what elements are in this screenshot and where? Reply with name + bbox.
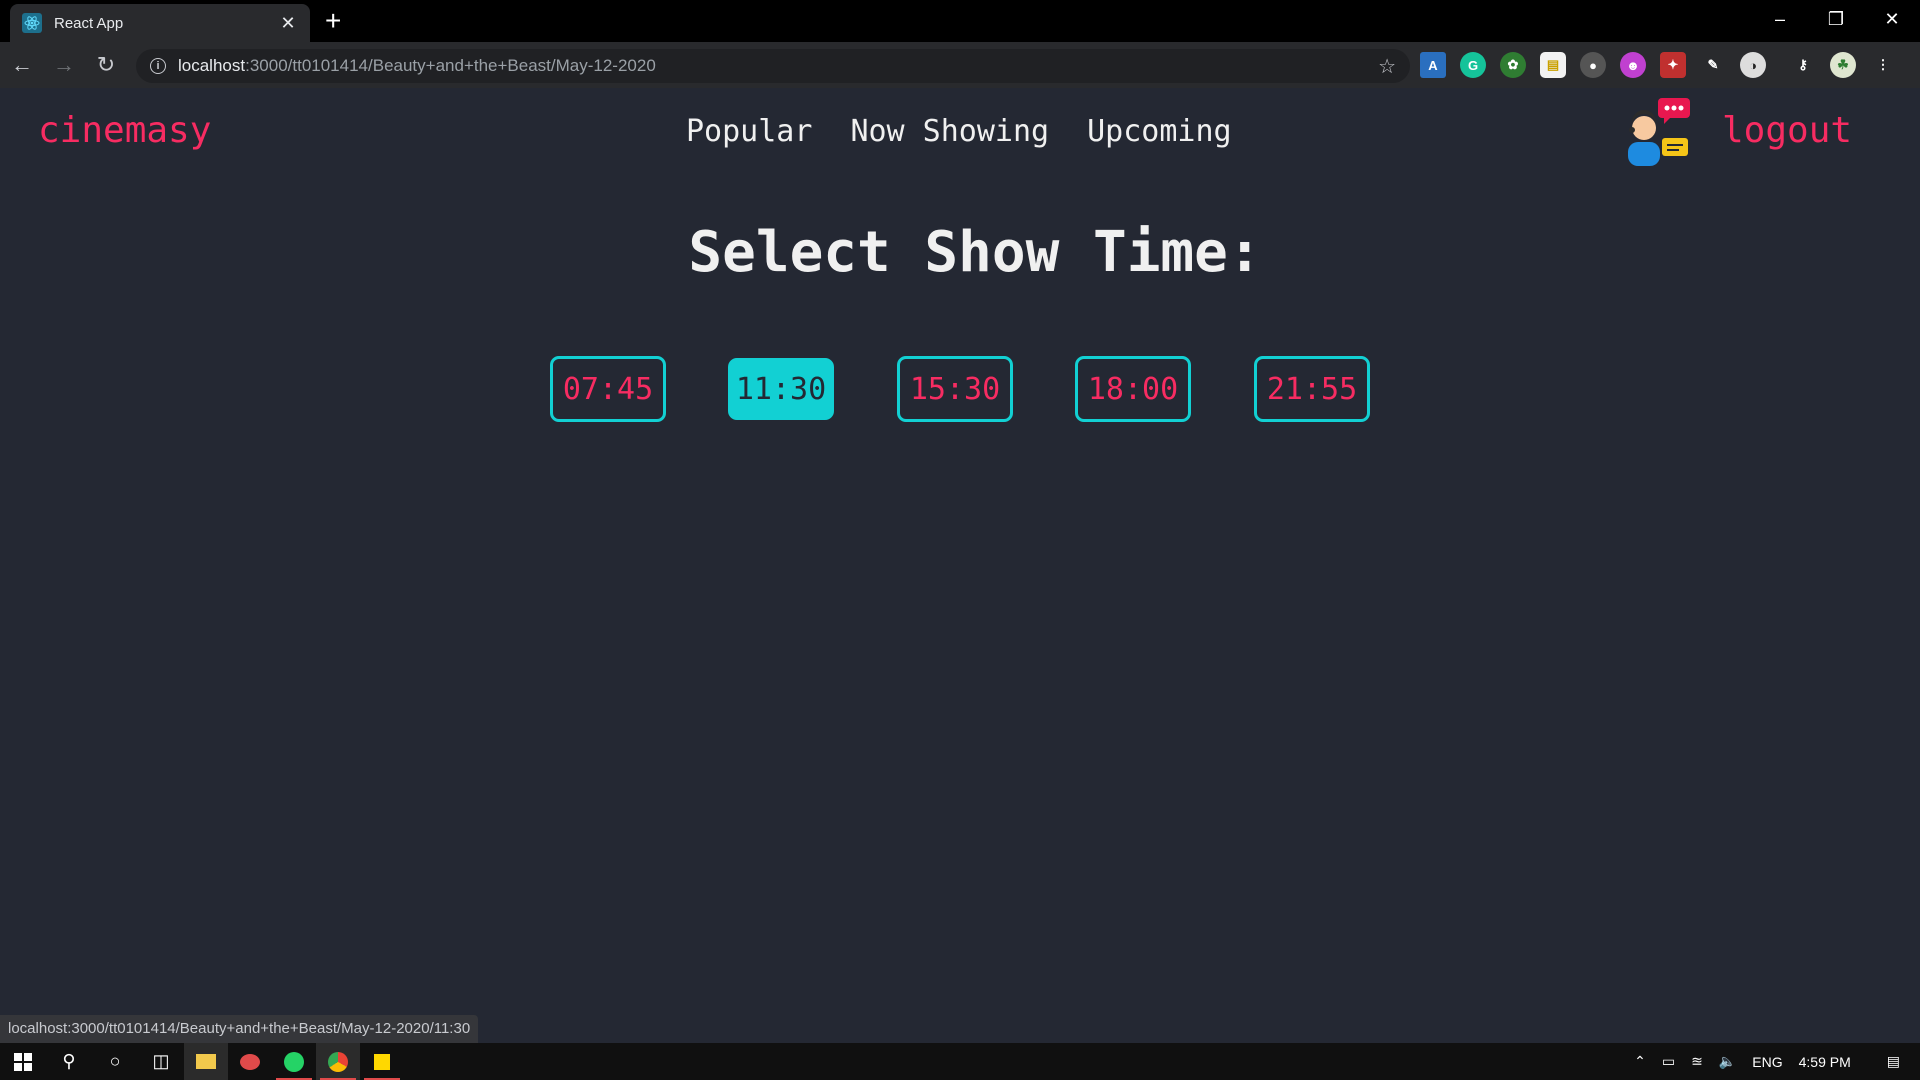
notes-extension-icon[interactable]: ▤ [1540,52,1566,78]
tab-title: React App [54,14,124,32]
info-icon[interactable]: i [150,58,166,74]
showtime-button-1130[interactable]: 11:30 [728,358,834,420]
cortana-icon[interactable]: ○ [92,1043,138,1080]
showtime-button-1530[interactable]: 15:30 [897,356,1013,422]
paint-app-icon[interactable] [228,1043,272,1080]
clock[interactable]: 4:59 PM [1799,1054,1851,1070]
react-icon [22,13,42,33]
key-icon[interactable]: ⚷ [1790,52,1816,78]
showtime-button-2155[interactable]: 21:55 [1254,356,1370,422]
reload-icon[interactable]: ↻ [86,45,126,85]
nav-popular[interactable]: Popular [686,114,812,149]
volume-icon[interactable]: 🔈 [1719,1053,1736,1070]
showtime-button-1800[interactable]: 18:00 [1075,356,1191,422]
pen-extension-icon[interactable]: ✎ [1700,52,1726,78]
browser-toolbar: ← → ↻ i localhost:3000/tt0101414/Beauty+… [0,42,1920,88]
bookmark-star-icon[interactable]: ☆ [1378,54,1396,79]
purple-extension-icon[interactable]: ☻ [1620,52,1646,78]
nav-upcoming[interactable]: Upcoming [1087,114,1232,149]
translate-extension-icon[interactable]: A [1420,52,1446,78]
search-icon[interactable]: ⚲ [46,1043,92,1080]
browser-tabstrip: React App ✕ + – ❐ ✕ [0,0,1920,42]
chevron-up-icon[interactable]: ⌃ [1634,1053,1646,1070]
main-nav: Popular Now Showing Upcoming [686,114,1232,149]
whatsapp-icon[interactable] [272,1043,316,1080]
wifi-icon[interactable]: ≊ [1691,1053,1703,1070]
brand-logo[interactable]: cinemasy [38,110,211,151]
notifications-icon[interactable]: ▤ [1887,1053,1900,1070]
extensions-row: A G ✿ ▤ ● ☻ ✦ ✎ ◑ ⚷ ☘ ⋮ [1420,52,1896,78]
sticky-notes-icon[interactable] [360,1043,404,1080]
battery-icon[interactable]: ▭ [1662,1053,1675,1070]
url-text[interactable]: localhost:3000/tt0101414/Beauty+and+the+… [178,56,1378,76]
showtime-button-0745[interactable]: 07:45 [550,356,666,422]
url-host: localhost [178,56,246,75]
windows-taskbar: ⚲ ○ ◫ ⌃ ▭ ≊ 🔈 ENG 4:59 PM ▤ [0,1043,1920,1080]
address-bar[interactable]: i localhost:3000/tt0101414/Beauty+and+th… [136,49,1410,83]
menu-dots-icon[interactable]: ⋮ [1870,52,1896,78]
system-tray: ⌃ ▭ ≊ 🔈 ENG 4:59 PM ▤ [1634,1043,1920,1080]
page-heading: Select Show Time: [688,220,1262,285]
new-tab-icon[interactable]: + [325,6,341,36]
task-view-icon[interactable]: ◫ [138,1043,184,1080]
user-avatar-icon[interactable] [1622,96,1694,168]
profile-avatar[interactable]: ☘ [1830,52,1856,78]
close-tab-icon[interactable]: ✕ [278,13,298,34]
url-path: :3000/tt0101414/Beauty+and+the+Beast/May… [245,56,656,75]
nav-now-showing[interactable]: Now Showing [850,114,1049,149]
restore-icon[interactable]: ❐ [1808,0,1864,38]
grammarly-extension-icon[interactable]: G [1460,52,1486,78]
circle-extension-icon[interactable]: ◑ [1740,52,1766,78]
chrome-icon[interactable] [316,1043,360,1080]
mouse-extension-icon[interactable]: ● [1580,52,1606,78]
leaf-extension-icon[interactable]: ✿ [1500,52,1526,78]
browser-tab[interactable]: React App ✕ [10,4,310,42]
window-controls: – ❐ ✕ [1752,0,1920,38]
minimize-icon[interactable]: – [1752,0,1808,38]
windows-start-icon[interactable] [0,1043,46,1080]
close-window-icon[interactable]: ✕ [1864,0,1920,38]
forward-icon[interactable]: → [44,45,84,85]
status-url-bubble: localhost:3000/tt0101414/Beauty+and+the+… [0,1015,479,1043]
app-page: cinemasy Popular Now Showing Upcoming lo… [0,88,1920,1043]
file-explorer-icon[interactable] [184,1043,228,1080]
red-extension-icon[interactable]: ✦ [1660,52,1686,78]
showtime-list: 07:45 11:30 15:30 18:00 21:55 [550,356,1370,422]
language-indicator[interactable]: ENG [1752,1054,1782,1070]
logout-link[interactable]: logout [1722,110,1852,151]
back-icon[interactable]: ← [2,45,42,85]
